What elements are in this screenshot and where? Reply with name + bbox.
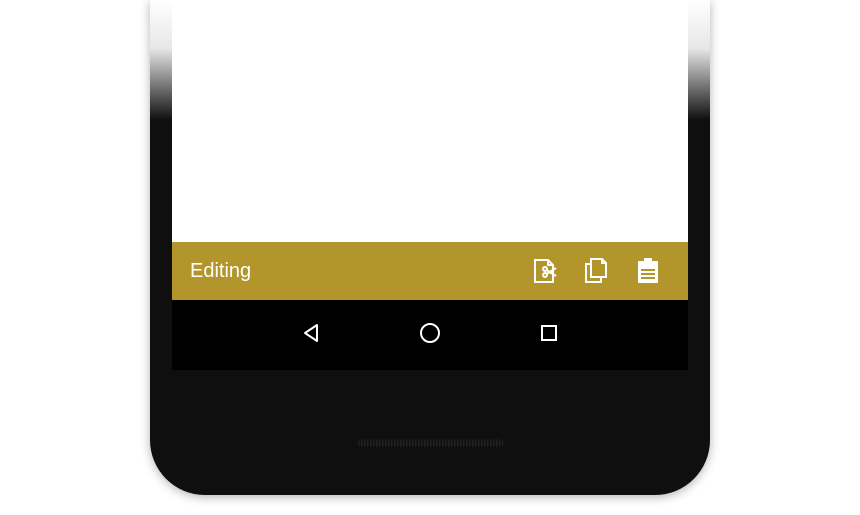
- recent-square-icon: [538, 322, 560, 349]
- nav-recent-button[interactable]: [532, 318, 566, 352]
- paste-icon: [635, 257, 661, 285]
- phone-frame: Editing: [150, 0, 710, 495]
- copy-button[interactable]: [570, 242, 622, 300]
- toolbar-title: Editing: [190, 260, 251, 283]
- copy-icon: [582, 257, 610, 285]
- cut-button[interactable]: [518, 242, 570, 300]
- editing-toolbar: Editing: [172, 242, 688, 300]
- phone-screen: Editing: [172, 0, 688, 370]
- nav-back-button[interactable]: [294, 318, 328, 352]
- paste-button[interactable]: [622, 242, 674, 300]
- cut-icon: [530, 257, 558, 285]
- home-circle-icon: [418, 321, 442, 350]
- phone-speaker-grille: [355, 438, 505, 448]
- android-nav-bar: [172, 300, 688, 370]
- back-triangle-icon: [300, 322, 322, 349]
- nav-home-button[interactable]: [413, 318, 447, 352]
